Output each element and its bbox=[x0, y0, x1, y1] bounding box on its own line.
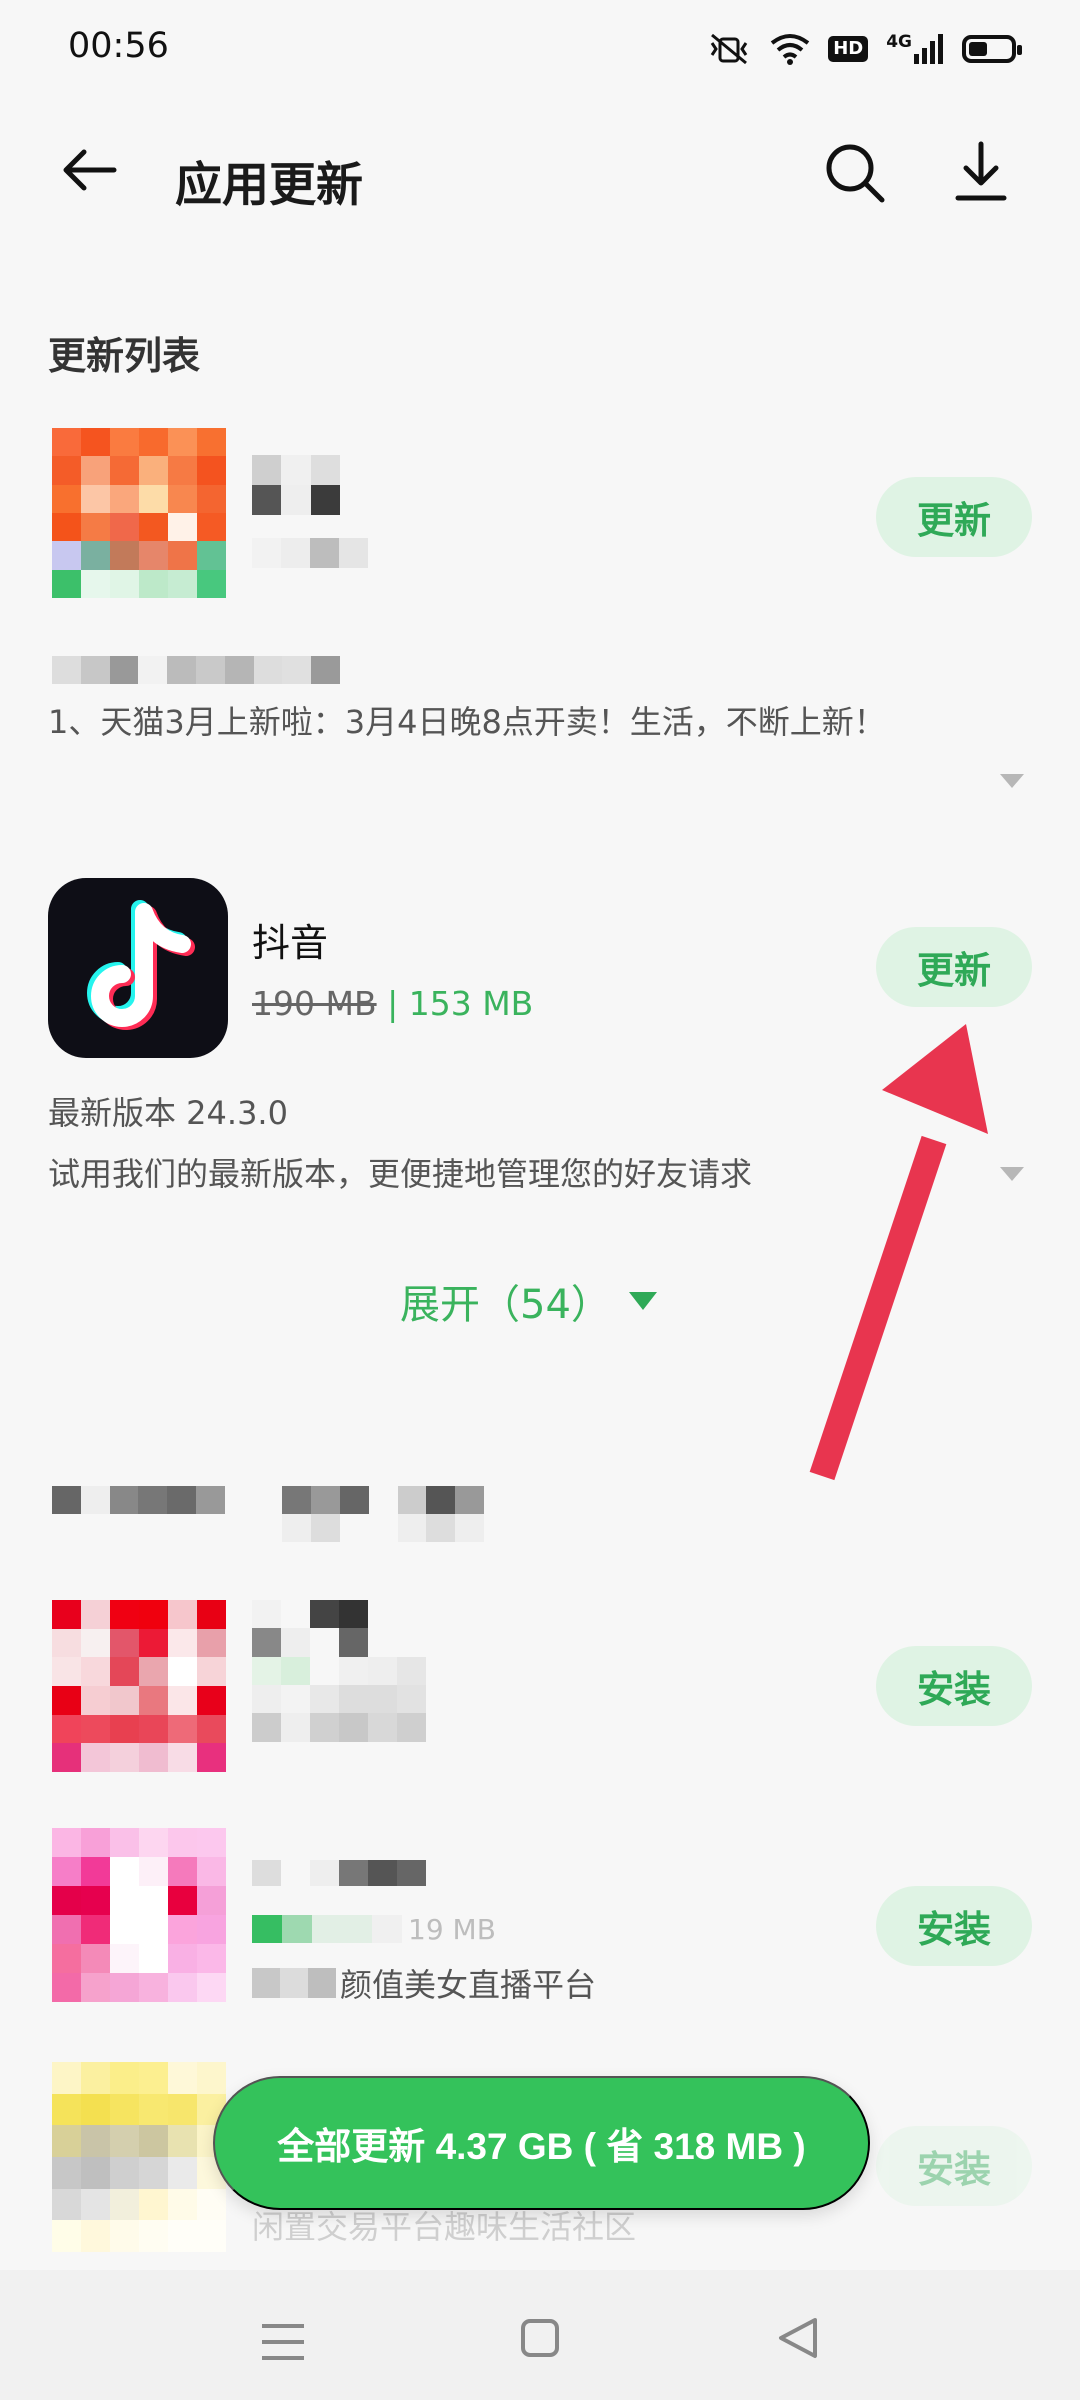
battery-level bbox=[969, 42, 987, 56]
install-button[interactable]: 安装 bbox=[876, 2126, 1032, 2206]
recommend-app-icon bbox=[52, 2062, 226, 2252]
tagline-row: 颜值美女直播平台 bbox=[252, 1963, 597, 2004]
blurred-version bbox=[52, 656, 340, 684]
expand-description-icon[interactable] bbox=[1000, 1167, 1024, 1181]
recommend-app-icon bbox=[52, 1828, 226, 2002]
recommend-app-icon bbox=[52, 1600, 226, 1772]
status-icons: HD 4G bbox=[706, 28, 1022, 70]
download-icon bbox=[955, 141, 1007, 201]
wifi-icon bbox=[770, 34, 810, 65]
update-all-button[interactable]: 全部更新 4.37 GB ( 省 318 MB ) bbox=[213, 2076, 870, 2210]
expand-label: 展开（54） bbox=[400, 1282, 611, 1328]
network-type: 4G bbox=[886, 32, 912, 52]
cellular-signal-icon: 4G bbox=[886, 32, 944, 66]
blurred-app-name bbox=[252, 455, 340, 515]
home-button[interactable] bbox=[520, 2318, 560, 2358]
home-square-icon bbox=[521, 2319, 559, 2357]
section-title: 更新列表 bbox=[48, 334, 201, 378]
version-label: 最新版本 24.3.0 bbox=[48, 1094, 288, 1132]
system-nav-bar bbox=[0, 2270, 1080, 2400]
status-time: 00:56 bbox=[68, 26, 169, 66]
menu-icon bbox=[262, 2324, 304, 2360]
battery-icon bbox=[962, 35, 1022, 63]
update-button[interactable]: 更新 bbox=[876, 927, 1032, 1007]
install-button[interactable]: 安装 bbox=[876, 1886, 1032, 1966]
nav-back-button[interactable] bbox=[775, 2314, 823, 2362]
size-fragment: 19 MB bbox=[408, 1912, 496, 1946]
recent-apps-button[interactable] bbox=[258, 2322, 308, 2362]
back-arrow-icon bbox=[63, 149, 117, 191]
back-button[interactable] bbox=[56, 140, 136, 210]
blurred-app-name bbox=[252, 1860, 426, 1886]
update-button[interactable]: 更新 bbox=[876, 477, 1032, 557]
search-button[interactable] bbox=[820, 138, 900, 218]
blurred-section-title bbox=[52, 1486, 484, 1542]
old-size: 190 MB bbox=[252, 984, 377, 1023]
triangle-back-icon bbox=[779, 2318, 817, 2358]
new-size: 153 MB bbox=[408, 984, 534, 1023]
page-title: 应用更新 bbox=[175, 158, 363, 213]
update-description: 试用我们的最新版本，更便捷地管理您的好友请求 bbox=[48, 1155, 753, 1193]
app-icon-tmall bbox=[52, 428, 226, 598]
update-description: 1、天猫3月上新啦：3月4日晚8点开卖！生活，不断上新！ bbox=[48, 703, 886, 741]
expand-list-link[interactable]: 展开（54） bbox=[400, 1272, 657, 1330]
search-icon bbox=[826, 144, 885, 203]
app-name: 抖音 bbox=[252, 921, 329, 965]
hd-badge: HD bbox=[828, 36, 869, 62]
install-button[interactable]: 安装 bbox=[876, 1646, 1032, 1726]
app-size: 190 MB | 153 MB bbox=[252, 984, 533, 1023]
download-button[interactable] bbox=[946, 138, 1026, 218]
chevron-down-icon bbox=[628, 1292, 657, 1310]
blurred-app-info bbox=[252, 1600, 484, 1770]
blurred-size-row: 19 MB bbox=[252, 1912, 496, 1946]
size-separator: | bbox=[387, 984, 399, 1023]
status-bar: 00:56 HD 4G bbox=[0, 0, 1080, 96]
mute-vibrate-icon bbox=[710, 33, 748, 65]
app-bar: 应用更新 bbox=[0, 110, 1080, 240]
app-tagline: 颜值美女直播平台 bbox=[340, 1966, 597, 2004]
blurred-app-size bbox=[252, 538, 368, 568]
douyin-app-icon bbox=[48, 878, 228, 1058]
expand-description-icon[interactable] bbox=[1000, 774, 1024, 788]
